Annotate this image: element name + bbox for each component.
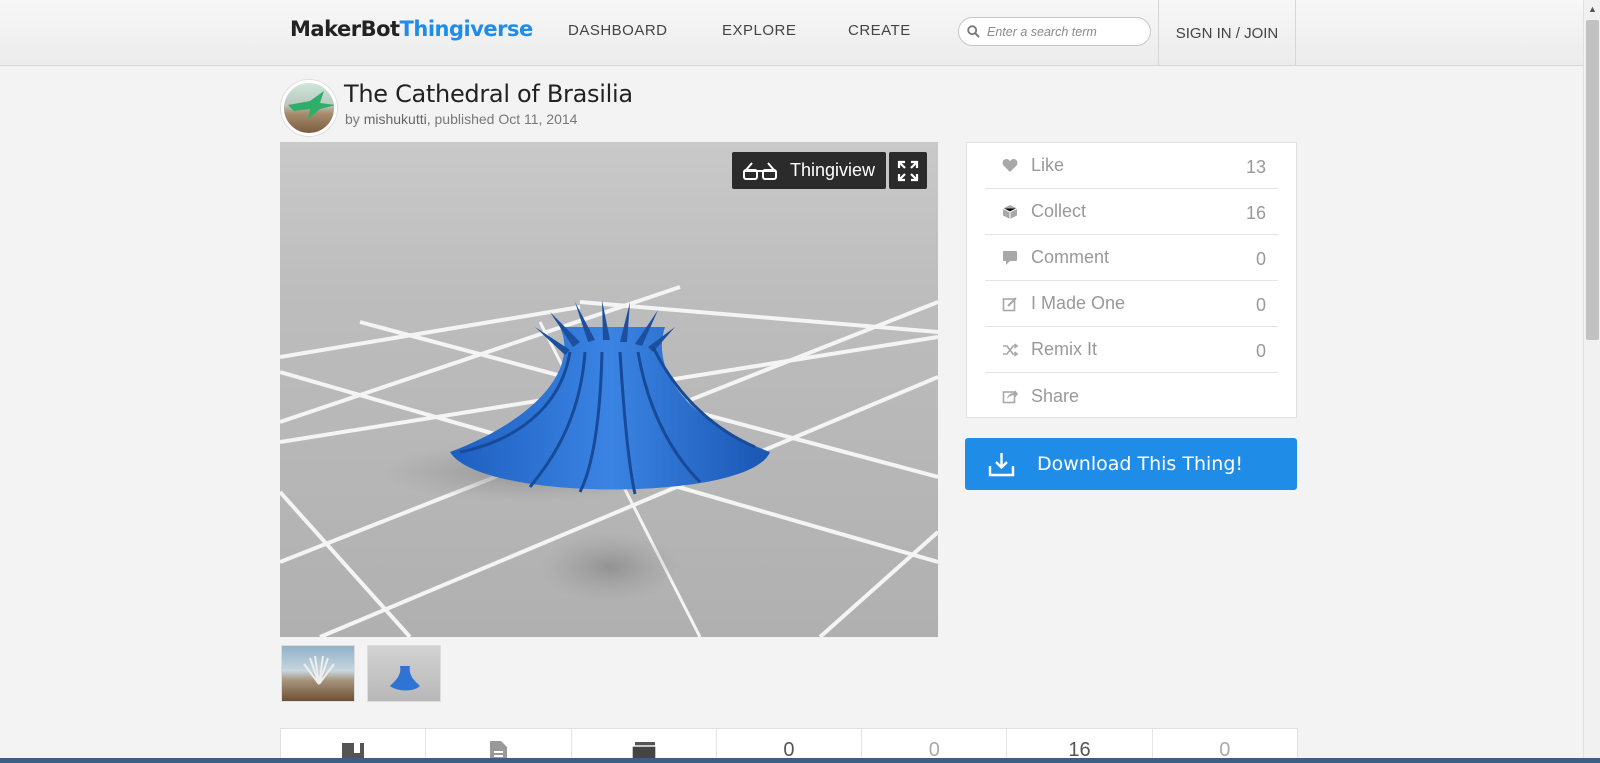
collect-box-icon xyxy=(1001,203,1019,221)
comment-label: Comment xyxy=(1031,247,1110,267)
thing-actions-panel: Like 13 Collect 16 Comment 0 I Made One … xyxy=(966,142,1297,418)
collect-count: 16 xyxy=(1245,203,1266,223)
remix-count: 0 xyxy=(1255,341,1266,361)
made-one-action[interactable]: I Made One 0 xyxy=(985,281,1278,327)
comment-count: 0 xyxy=(1255,249,1266,269)
search-box[interactable] xyxy=(958,17,1151,46)
thumbnail-render-image xyxy=(390,666,420,691)
avatar-image xyxy=(288,91,334,119)
thumbnail-render[interactable] xyxy=(367,645,441,702)
nav-create[interactable]: CREATE xyxy=(848,22,911,39)
book-icon xyxy=(342,743,365,759)
scroll-up-arrow-icon[interactable]: ▲ xyxy=(1588,4,1597,14)
os-taskbar-edge xyxy=(0,758,1600,763)
share-action[interactable]: Share xyxy=(985,373,1278,419)
remix-action[interactable]: Remix It 0 xyxy=(985,327,1278,373)
download-label: Download This Thing! xyxy=(1037,453,1243,475)
logo-makerbot-text: MakerBot xyxy=(290,17,400,41)
page-title: The Cathedral of Brasilia xyxy=(344,80,633,108)
nav-explore[interactable]: EXPLORE xyxy=(722,22,796,39)
thumbnail-photo[interactable] xyxy=(281,645,355,702)
folder-stack-icon xyxy=(631,742,657,759)
made-one-label: I Made One xyxy=(1031,293,1126,313)
collect-label: Collect xyxy=(1031,201,1087,221)
share-icon xyxy=(1001,387,1019,405)
byline-by: by xyxy=(345,111,360,127)
byline: by mishukutti, published Oct 11, 2014 xyxy=(345,111,577,127)
download-button[interactable]: Download This Thing! xyxy=(965,438,1297,490)
made-one-icon xyxy=(1001,295,1019,313)
makerbot-thingiverse-logo[interactable]: MakerBot Thingiverse xyxy=(290,17,533,47)
download-icon xyxy=(988,453,1015,477)
thingiview-label: Thingiview xyxy=(790,160,876,180)
comment-icon xyxy=(1001,249,1019,267)
sign-in-join-link[interactable]: SIGN IN / JOIN xyxy=(1158,0,1296,66)
author-link[interactable]: mishukutti xyxy=(364,111,427,127)
remix-label: Remix It xyxy=(1031,339,1098,359)
search-icon xyxy=(967,25,980,38)
published-date: , published Oct 11, 2014 xyxy=(426,111,578,127)
like-count: 13 xyxy=(1245,157,1266,177)
3d-glasses-icon xyxy=(743,161,777,180)
remix-icon xyxy=(1001,341,1019,359)
logo-thingiverse-text: Thingiverse xyxy=(399,17,534,41)
like-action[interactable]: Like 13 xyxy=(985,143,1278,189)
fullscreen-button[interactable] xyxy=(889,152,927,189)
model-viewer[interactable]: Thingiview xyxy=(280,142,938,637)
thingiview-button[interactable]: Thingiview xyxy=(732,152,886,189)
collect-action[interactable]: Collect 16 xyxy=(985,189,1278,235)
heart-icon xyxy=(1001,157,1019,175)
like-label: Like xyxy=(1031,155,1065,175)
thumbnail-photo-image xyxy=(303,655,335,685)
expand-icon xyxy=(897,160,919,181)
page-scrollbar[interactable]: ▲ xyxy=(1583,0,1600,763)
model-render-image xyxy=(280,285,938,637)
made-one-count: 0 xyxy=(1255,295,1266,315)
nav-dashboard[interactable]: DASHBOARD xyxy=(568,22,668,39)
author-avatar[interactable] xyxy=(281,80,337,136)
top-header: MakerBot Thingiverse DASHBOARD EXPLORE CR… xyxy=(0,0,1583,66)
comment-action[interactable]: Comment 0 xyxy=(985,235,1278,281)
search-input[interactable] xyxy=(987,24,1137,39)
share-label: Share xyxy=(1031,385,1080,406)
scrollbar-thumb[interactable] xyxy=(1586,20,1599,340)
